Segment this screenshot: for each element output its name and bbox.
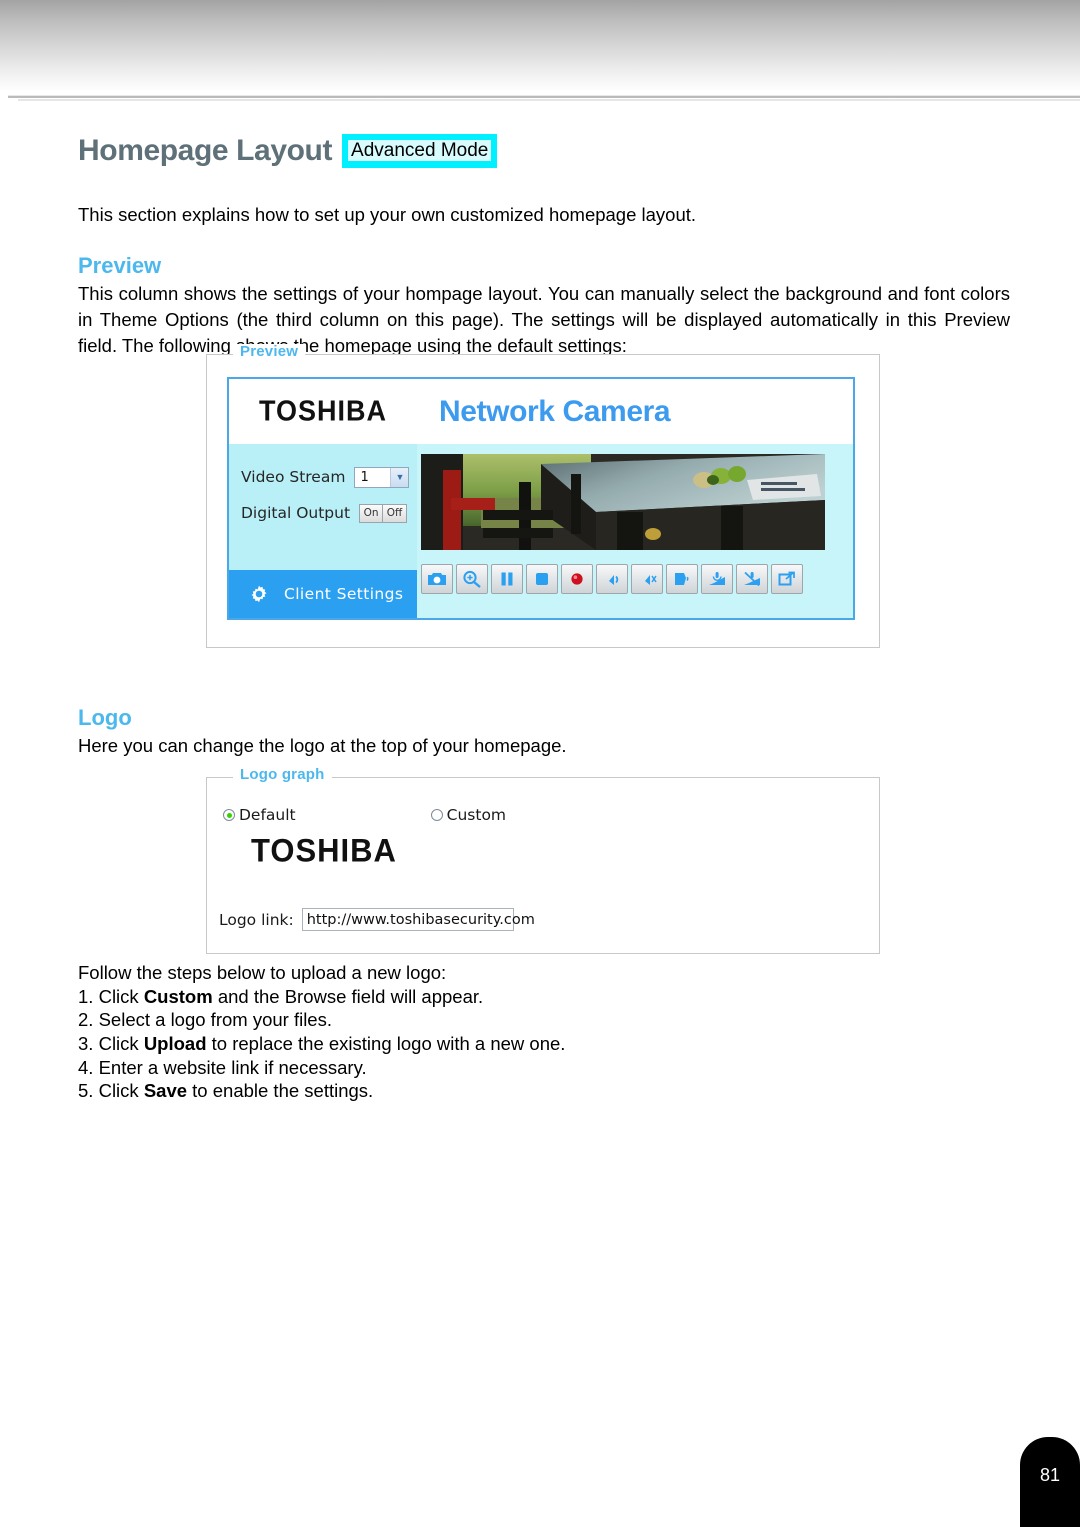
step-text-tail: and the Browse field will appear.	[212, 985, 484, 1007]
advanced-mode-badge-label: Advanced Mode	[348, 140, 492, 161]
camera-mock-body: Video Stream 1 ▼ Digital Output On Off C…	[229, 444, 853, 618]
logo-graph-fieldset: Logo graph Default Custom TOSHIBA Logo l…	[206, 767, 880, 954]
mute-icon[interactable]	[631, 564, 663, 594]
stop-icon[interactable]	[526, 564, 558, 594]
logo-link-label: Logo link:	[219, 910, 294, 929]
client-settings-button[interactable]: Client Settings	[229, 570, 417, 618]
logo-section-heading: Logo	[78, 705, 132, 730]
camera-mock-logo: TOSHIBA	[258, 395, 387, 427]
header-divider-rule	[8, 95, 1080, 98]
digital-zoom-icon[interactable]	[456, 564, 488, 594]
page-header-band	[0, 0, 1080, 92]
logo-link-row: Logo link: http://www.toshibasecurity.co…	[219, 908, 535, 931]
video-stream-thumbnail	[421, 454, 825, 550]
page-number: 81	[1039, 1465, 1061, 1485]
step-item: 4. Enter a website link if necessary.	[78, 1056, 778, 1080]
preview-section-paragraph: This column shows the settings of your h…	[78, 283, 1010, 357]
camera-mock-brand-title: Network Camera	[439, 394, 671, 428]
digital-output-toggle: On Off	[359, 503, 408, 523]
step-number: 3.	[78, 1033, 99, 1055]
step-number: 2.	[78, 1009, 99, 1031]
page-title: Homepage Layout	[78, 134, 333, 167]
step-text: Click	[98, 985, 144, 1007]
microphone-on-icon[interactable]	[701, 564, 733, 594]
advanced-mode-badge: Advanced Mode	[342, 134, 498, 168]
camera-toolbar	[421, 560, 825, 598]
preview-fieldset-legend: Preview	[233, 344, 306, 359]
video-stream-label: Video Stream	[241, 468, 346, 486]
digital-output-on-button[interactable]: On	[359, 503, 384, 523]
gear-icon	[249, 584, 269, 604]
steps-lead: Follow the steps below to upload a new l…	[78, 962, 447, 983]
step-number: 5.	[78, 1080, 99, 1102]
digital-output-off-button[interactable]: Off	[383, 503, 408, 523]
video-stream-row: Video Stream 1 ▼	[229, 444, 417, 496]
step-number: 4.	[78, 1056, 99, 1078]
step-number: 1.	[78, 985, 99, 1007]
client-settings-label: Client Settings	[284, 585, 404, 603]
logo-section-paragraph: Here you can change the logo at the top …	[78, 735, 567, 756]
header-divider-shadow	[18, 99, 1080, 101]
volume-icon[interactable]	[596, 564, 628, 594]
pause-icon[interactable]	[491, 564, 523, 594]
step-emphasis: Save	[143, 1080, 188, 1102]
logo-default-label: Default	[239, 806, 296, 824]
logo-link-input[interactable]: http://www.toshibasecurity.com	[301, 908, 535, 931]
step-emphasis: Upload	[143, 1033, 207, 1055]
preview-fieldset: Preview TOSHIBA Network Camera Video Str…	[206, 344, 880, 648]
step-text: Select a logo from your files.	[98, 1009, 332, 1031]
step-item: 5. Click Save to enable the settings.	[78, 1079, 778, 1103]
record-icon[interactable]	[561, 564, 593, 594]
camera-homepage-mock: TOSHIBA Network Camera Video Stream 1 ▼ …	[227, 377, 855, 620]
fullscreen-icon[interactable]	[771, 564, 803, 594]
step-text-tail: to replace the existing logo with a new …	[206, 1033, 566, 1055]
step-item: 2. Select a logo from your files.	[78, 1008, 778, 1032]
camera-mock-viewport	[417, 444, 853, 618]
camera-mock-header: TOSHIBA Network Camera	[229, 379, 853, 444]
talk-icon[interactable]	[666, 564, 698, 594]
page-number-tab: 81	[1020, 1437, 1080, 1527]
digital-output-row: Digital Output On Off	[229, 496, 417, 530]
video-stream-select[interactable]: 1 ▼	[354, 466, 410, 488]
video-stream-value: 1	[360, 469, 369, 485]
step-item: 1. Click Custom and the Browse field wil…	[78, 985, 778, 1009]
upload-steps: Follow the steps below to upload a new l…	[78, 961, 778, 1103]
logo-source-radio-group: Default Custom	[223, 806, 506, 824]
step-text: Click	[98, 1080, 144, 1102]
step-text: Enter a website link if necessary.	[98, 1056, 367, 1078]
intro-paragraph: This section explains how to set up your…	[78, 204, 697, 225]
logo-graph-fieldset-legend: Logo graph	[233, 767, 332, 782]
radio-unselected-icon	[430, 809, 443, 821]
logo-preview-image: TOSHIBA	[251, 832, 397, 869]
step-emphasis: Custom	[143, 985, 213, 1007]
steps-list: 1. Click Custom and the Browse field wil…	[78, 985, 778, 1103]
snapshot-camera-icon[interactable]	[421, 564, 453, 594]
step-text-tail: to enable the settings.	[187, 1080, 374, 1102]
radio-selected-icon	[223, 809, 235, 821]
logo-default-radio[interactable]: Default	[223, 806, 296, 824]
logo-custom-radio[interactable]: Custom	[430, 806, 507, 824]
page-title-row: Homepage Layout Advanced Mode	[78, 134, 498, 168]
preview-section-heading: Preview	[78, 253, 162, 278]
step-text: Click	[98, 1033, 144, 1055]
camera-mock-sidebar: Video Stream 1 ▼ Digital Output On Off C…	[229, 444, 417, 618]
step-item: 3. Click Upload to replace the existing …	[78, 1032, 778, 1056]
microphone-off-icon[interactable]	[736, 564, 768, 594]
digital-output-label: Digital Output	[241, 504, 351, 522]
chevron-down-icon: ▼	[390, 467, 409, 487]
logo-custom-label: Custom	[446, 806, 507, 824]
